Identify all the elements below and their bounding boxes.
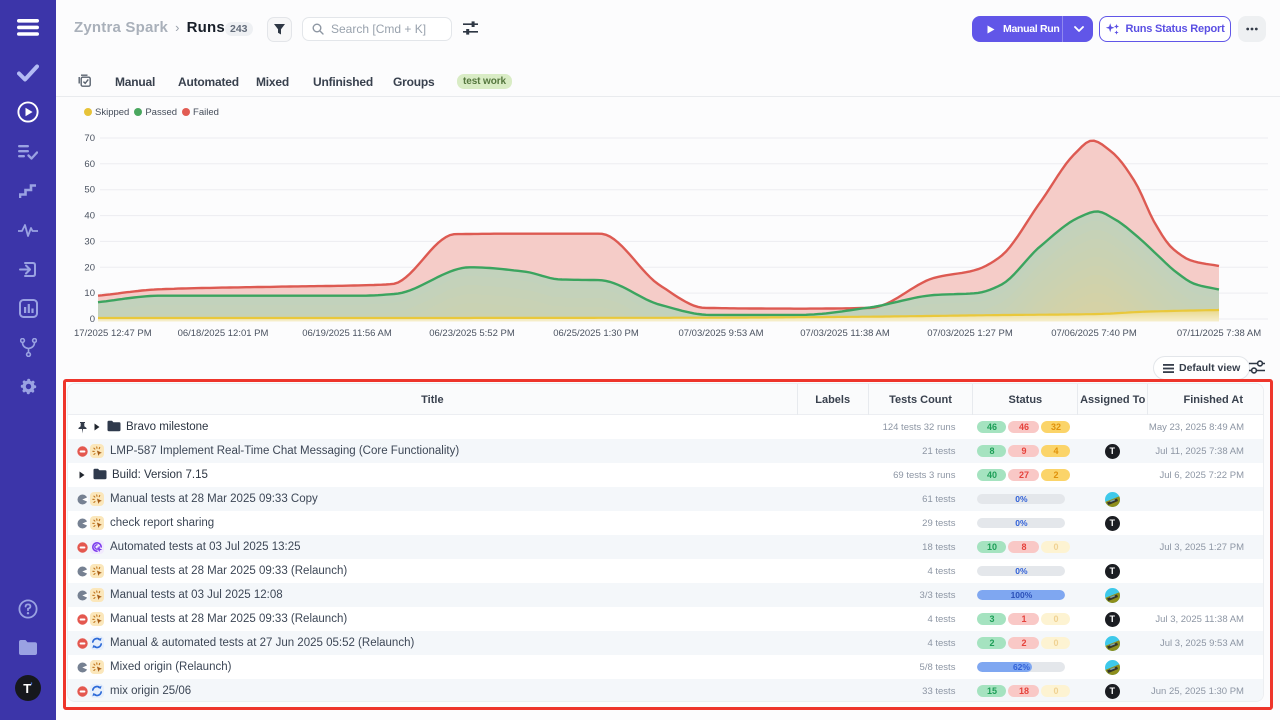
svg-text:50: 50 bbox=[84, 185, 95, 196]
svg-text:20: 20 bbox=[84, 262, 95, 273]
svg-text:07/06/2025 7:40 PM: 07/06/2025 7:40 PM bbox=[1051, 328, 1137, 339]
svg-text:06/19/2025 11:56 AM: 06/19/2025 11:56 AM bbox=[302, 328, 392, 339]
svg-text:06/25/2025 1:30 PM: 06/25/2025 1:30 PM bbox=[553, 328, 639, 339]
svg-text:07/03/2025 11:38 AM: 07/03/2025 11:38 AM bbox=[800, 328, 890, 339]
svg-text:0: 0 bbox=[90, 314, 95, 325]
svg-text:07/11/2025 7:38 AM: 07/11/2025 7:38 AM bbox=[1177, 328, 1261, 339]
svg-text:10: 10 bbox=[84, 288, 95, 299]
svg-text:07/03/2025 9:53 AM: 07/03/2025 9:53 AM bbox=[678, 328, 763, 339]
svg-text:06/18/2025 12:01 PM: 06/18/2025 12:01 PM bbox=[178, 328, 269, 339]
svg-text:40: 40 bbox=[84, 211, 95, 222]
svg-text:60: 60 bbox=[84, 159, 95, 170]
svg-text:17/2025 12:47 PM: 17/2025 12:47 PM bbox=[74, 328, 152, 339]
svg-text:70: 70 bbox=[84, 133, 95, 144]
svg-text:30: 30 bbox=[84, 236, 95, 247]
svg-text:06/23/2025 5:52 PM: 06/23/2025 5:52 PM bbox=[429, 328, 515, 339]
svg-text:07/03/2025 1:27 PM: 07/03/2025 1:27 PM bbox=[927, 328, 1013, 339]
